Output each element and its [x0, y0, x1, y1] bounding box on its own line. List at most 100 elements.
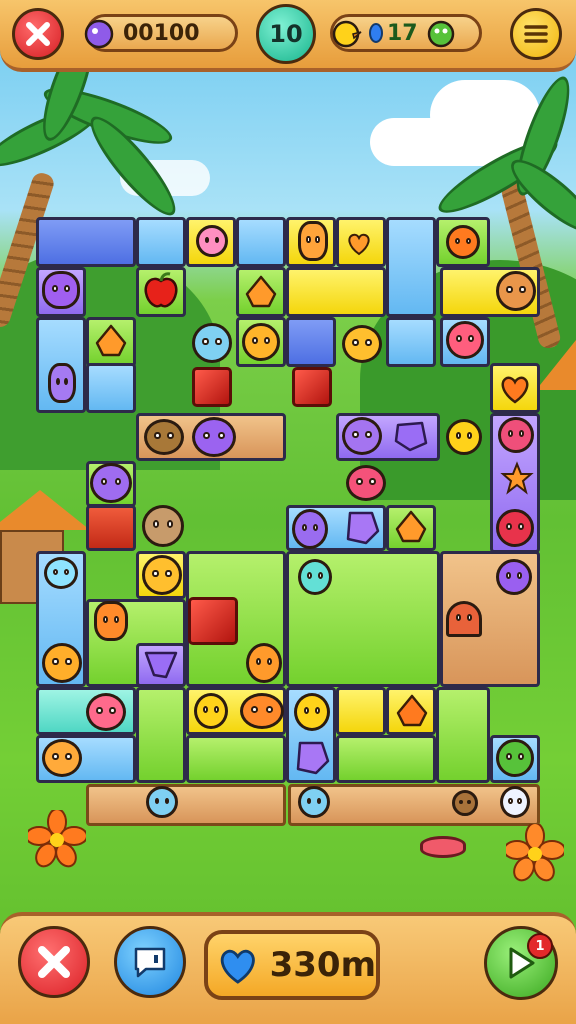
purple-shape-piece[interactable]	[142, 647, 180, 681]
orange-bear-creature[interactable]	[246, 643, 282, 683]
board-tile[interactable]	[336, 735, 436, 783]
board-tile[interactable]	[86, 363, 136, 413]
orange-shape-piece[interactable]	[243, 274, 279, 310]
purple-bird-creature[interactable]	[48, 363, 76, 403]
board-tile[interactable]	[436, 687, 490, 783]
distance-value: 330m	[269, 945, 376, 985]
board-tile[interactable]	[36, 217, 136, 267]
menu-button[interactable]	[510, 8, 562, 60]
orange-bird-creature[interactable]	[298, 221, 328, 261]
green-turtle-creature[interactable]	[496, 739, 534, 777]
purple-bear-creature[interactable]	[90, 463, 132, 503]
close-button[interactable]	[12, 8, 64, 60]
orange-shape-piece[interactable]	[394, 693, 430, 729]
pink-hedgehog-creature[interactable]	[346, 465, 386, 501]
red-monster-creature[interactable]	[496, 509, 534, 547]
board-tile[interactable]	[236, 217, 286, 267]
close-x-icon	[26, 22, 50, 46]
score-value: 00100	[123, 20, 200, 46]
cone-shell-creature[interactable]	[446, 601, 482, 637]
gems-value: 17	[387, 20, 418, 46]
blue-gem-icon	[369, 23, 383, 43]
purple-cat-creature[interactable]	[292, 509, 328, 549]
orange-heart-piece[interactable]	[498, 373, 532, 405]
play-badge: 1	[527, 933, 553, 959]
moves-counter: 10	[256, 4, 316, 64]
orange-flower	[506, 824, 564, 882]
orange-smile-creature[interactable]	[446, 225, 480, 259]
red-gem-piece[interactable]	[188, 597, 238, 645]
quit-button[interactable]	[18, 926, 90, 998]
orange-heart-piece[interactable]	[341, 226, 378, 263]
orange-fox-creature[interactable]	[94, 601, 128, 641]
duck-icon	[332, 20, 362, 48]
board-tile[interactable]	[386, 217, 436, 317]
yellow-bird-creature[interactable]	[446, 419, 482, 455]
board-tile[interactable]	[286, 317, 336, 367]
blue-cat-creature[interactable]	[192, 323, 232, 363]
yellow-mouse-creature[interactable]	[342, 325, 382, 363]
cyan-blob-creature[interactable]	[298, 559, 332, 595]
speech-bubble-icon	[134, 947, 166, 978]
yellow-bear-creature[interactable]	[142, 555, 182, 595]
game-scene: 00100 10 17 330m 1	[0, 0, 576, 1024]
hint-button[interactable]	[114, 926, 186, 998]
blue-bird-creature[interactable]	[146, 786, 178, 818]
board-tile[interactable]	[186, 735, 286, 783]
orange-dog-creature[interactable]	[42, 739, 82, 777]
purple-blob-icon	[84, 19, 114, 49]
apple-icon[interactable]	[142, 271, 180, 311]
yellow-bear-creature[interactable]	[42, 643, 82, 683]
blue-fish-creature[interactable]	[44, 557, 78, 589]
hamburger-menu-icon	[524, 25, 548, 43]
yellow-duck-creature[interactable]	[194, 693, 228, 729]
board-tile[interactable]	[136, 217, 186, 267]
pink-monster-creature[interactable]	[498, 417, 534, 453]
pink-parrot-creature[interactable]	[446, 321, 484, 359]
blue-heart-icon	[220, 949, 255, 984]
purple-bird-creature[interactable]	[42, 271, 80, 309]
purple-shape-piece[interactable]	[342, 509, 382, 547]
orange-fox-creature[interactable]	[240, 693, 284, 729]
board-tile[interactable]	[86, 505, 136, 551]
play-button[interactable]: 1	[484, 926, 558, 1000]
board-tile[interactable]	[386, 317, 436, 367]
purple-shape-piece[interactable]	[392, 419, 430, 453]
board-tile[interactable]	[136, 687, 186, 783]
orange-flower	[28, 810, 86, 868]
red-gem-piece[interactable]	[292, 367, 332, 407]
white-penguin-creature[interactable]	[500, 786, 530, 818]
cloud	[430, 80, 540, 150]
orange-star-piece[interactable]	[500, 461, 534, 495]
score-panel: 00100	[84, 14, 238, 52]
play-badge-count: 1	[535, 938, 545, 954]
brown-log-piece[interactable]	[452, 790, 478, 816]
blue-bird-creature[interactable]	[298, 786, 330, 818]
board-tile[interactable]	[336, 687, 386, 735]
heart-icon	[348, 233, 370, 256]
dirt-path	[86, 784, 286, 826]
pet-bowl	[420, 836, 466, 858]
gems-panel: 17	[330, 14, 482, 52]
yellow-bird-creature[interactable]	[294, 693, 330, 731]
brown-dog-creature[interactable]	[496, 271, 536, 311]
board-tile[interactable]	[286, 267, 386, 317]
purple-mouse-creature[interactable]	[342, 417, 382, 455]
brown-hedgehog-creature[interactable]	[144, 419, 184, 455]
puzzle-board	[36, 217, 540, 783]
purple-monster-creature[interactable]	[192, 417, 236, 457]
orange-shape-piece[interactable]	[93, 323, 129, 359]
yellow-bear-creature[interactable]	[242, 323, 280, 361]
moves-value: 10	[269, 20, 303, 48]
purple-shape-piece[interactable]	[292, 739, 332, 777]
orange-shape-piece[interactable]	[393, 509, 429, 545]
red-gem-piece[interactable]	[192, 367, 232, 407]
purple-blob-creature[interactable]	[496, 559, 532, 595]
pink-blob-creature[interactable]	[196, 225, 228, 257]
green-monster-icon	[427, 20, 454, 48]
hut-roof	[536, 340, 576, 390]
close-x-icon	[38, 946, 70, 978]
pink-fish-creature[interactable]	[86, 693, 126, 731]
brown-mouse-creature[interactable]	[142, 505, 184, 547]
distance-panel: 330m	[204, 930, 380, 1000]
